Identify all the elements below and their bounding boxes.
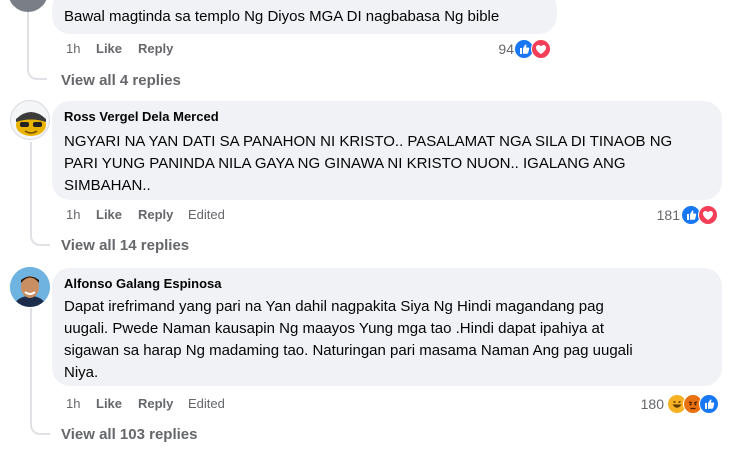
like-reaction-icon <box>699 394 719 414</box>
comment-author[interactable]: Ross Vergel Dela Merced <box>64 109 219 124</box>
avatar[interactable] <box>8 0 48 12</box>
comment-text: Bawal magtinda sa templo Ng Diyos MGA DI… <box>64 8 500 25</box>
view-replies-link[interactable]: View all 103 replies <box>61 426 197 443</box>
reaction-summary[interactable]: 181 <box>630 205 720 225</box>
comment-author[interactable]: Alfonso Galang Espinosa <box>64 276 221 291</box>
comment-text: sigawan sa harap Ng madaming tao. Naturi… <box>64 342 633 359</box>
view-replies-link[interactable]: View all 4 replies <box>61 72 181 89</box>
reaction-summary[interactable]: 94 <box>470 39 552 59</box>
avatar[interactable] <box>10 267 50 307</box>
comment-bubble: Alfonso Galang Espinosa Dapat irefrimand… <box>52 268 722 386</box>
reply-button[interactable]: Reply <box>138 396 173 411</box>
comment-text: PARI YUNG PANINDA NILA GAYA NG GINAWA NI… <box>64 155 626 172</box>
thread-line <box>30 308 32 426</box>
cartoon-avatar-icon <box>16 112 46 136</box>
reply-connector <box>30 421 50 435</box>
comment-text: Dapat irefrimand yang pari na Yan dahil … <box>64 298 604 315</box>
like-button[interactable]: Like <box>96 396 122 411</box>
thread-line <box>30 142 32 236</box>
reaction-count: 180 <box>640 396 664 412</box>
reaction-summary[interactable]: 180 <box>615 394 720 414</box>
edited-label: Edited <box>188 396 225 411</box>
comment-actions: 1h Like Reply Edited <box>66 396 286 412</box>
comment-actions: 1h Like Reply Edited <box>66 207 286 223</box>
reply-button[interactable]: Reply <box>138 207 173 222</box>
reaction-count: 94 <box>498 41 514 57</box>
love-reaction-icon <box>531 39 551 59</box>
comment-timestamp[interactable]: 1h <box>66 207 80 222</box>
comment-text: Niya. <box>64 364 99 381</box>
love-reaction-icon <box>698 205 718 225</box>
view-replies-link[interactable]: View all 14 replies <box>61 237 189 254</box>
comment-bubble: Ross Vergel Dela Merced NGYARI NA YAN DA… <box>52 101 722 200</box>
reply-connector <box>27 66 47 80</box>
comment-timestamp[interactable]: 1h <box>66 41 80 56</box>
reply-connector <box>30 232 50 246</box>
comment-actions: 1h Like Reply <box>66 41 266 57</box>
like-button[interactable]: Like <box>96 207 122 222</box>
profile-photo-icon <box>10 267 50 307</box>
comment-bubble: Bawal magtinda sa templo Ng Diyos MGA DI… <box>52 0 557 34</box>
comment-text: SIMBAHAN.. <box>64 177 151 194</box>
comment-text: NGYARI NA YAN DATI SA PANAHON NI KRISTO.… <box>64 133 673 150</box>
comment-timestamp[interactable]: 1h <box>66 396 80 411</box>
comment-text: uugali. Pwede Naman kausapin Ng maayos Y… <box>64 320 605 337</box>
reaction-count: 181 <box>656 207 680 223</box>
avatar[interactable] <box>10 100 50 140</box>
reply-button[interactable]: Reply <box>138 41 173 56</box>
edited-label: Edited <box>188 207 225 222</box>
like-button[interactable]: Like <box>96 41 122 56</box>
